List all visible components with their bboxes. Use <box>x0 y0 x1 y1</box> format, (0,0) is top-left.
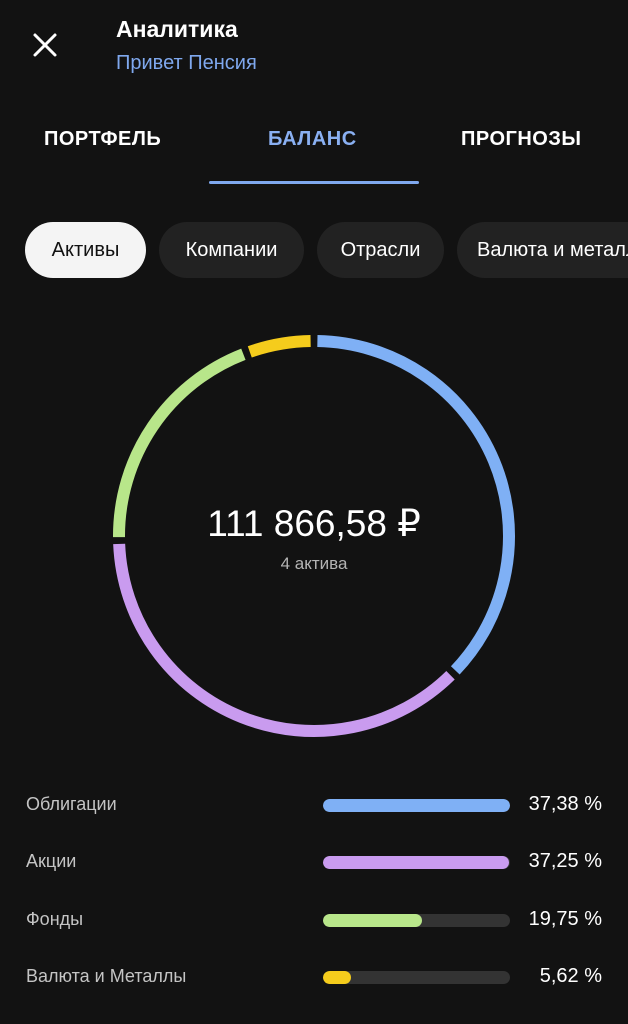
portfolio-total-value: 111 866,58 ₽ <box>207 503 421 544</box>
legend-bar <box>323 856 510 869</box>
tab-bar: ПОРТФЕЛЬ БАЛАНС ПРОГНОЗЫ <box>0 112 628 184</box>
chip-assets[interactable]: Активы <box>25 222 146 278</box>
legend-label: Облигации <box>26 794 117 814</box>
active-tab-indicator <box>209 181 419 184</box>
legend-bar-track <box>323 799 510 812</box>
tab-portfolio[interactable]: ПОРТФЕЛЬ <box>44 128 161 151</box>
legend-row-stocks[interactable]: Акции 37,25 % <box>0 841 628 881</box>
chip-currency-metals[interactable]: Валюта и металлы <box>457 222 628 278</box>
legend-percent: 37,25 % <box>528 850 602 872</box>
legend-row-bonds[interactable]: Облигации 37,38 % <box>0 784 628 824</box>
tab-forecast[interactable]: ПРОГНОЗЫ <box>461 128 581 151</box>
legend-bar <box>323 971 352 984</box>
legend-label: Фонды <box>26 909 84 929</box>
close-button[interactable] <box>22 22 68 68</box>
legend-bar-track <box>323 971 510 984</box>
chip-companies[interactable]: Компании <box>159 222 304 278</box>
legend-bar <box>323 799 510 812</box>
legend-label: Валюта и Металлы <box>26 966 187 986</box>
legend-row-funds[interactable]: Фонды 19,75 % <box>0 899 628 939</box>
donut-segment-currency-metals <box>247 335 311 358</box>
legend-bar-track <box>323 856 510 869</box>
legend-row-currency-metals[interactable]: Валюта и Металлы 5,62 % <box>0 956 628 996</box>
chip-industries[interactable]: Отрасли <box>317 222 444 278</box>
legend-percent: 19,75 % <box>528 908 602 930</box>
close-icon <box>33 33 57 57</box>
legend-bar <box>323 914 422 927</box>
legend-percent: 5,62 % <box>539 965 602 987</box>
filter-chips: Активы Компании Отрасли Валюта и металлы <box>0 222 628 280</box>
tab-balance[interactable]: БАЛАНС <box>268 128 357 151</box>
asset-count: 4 актива <box>280 554 348 573</box>
legend-percent: 37,38 % <box>528 793 602 815</box>
page-subtitle: Привет Пенсия <box>116 52 257 74</box>
page-title: Аналитика <box>116 16 238 42</box>
legend-bar-track <box>323 914 510 927</box>
legend-label: Акции <box>26 851 77 871</box>
